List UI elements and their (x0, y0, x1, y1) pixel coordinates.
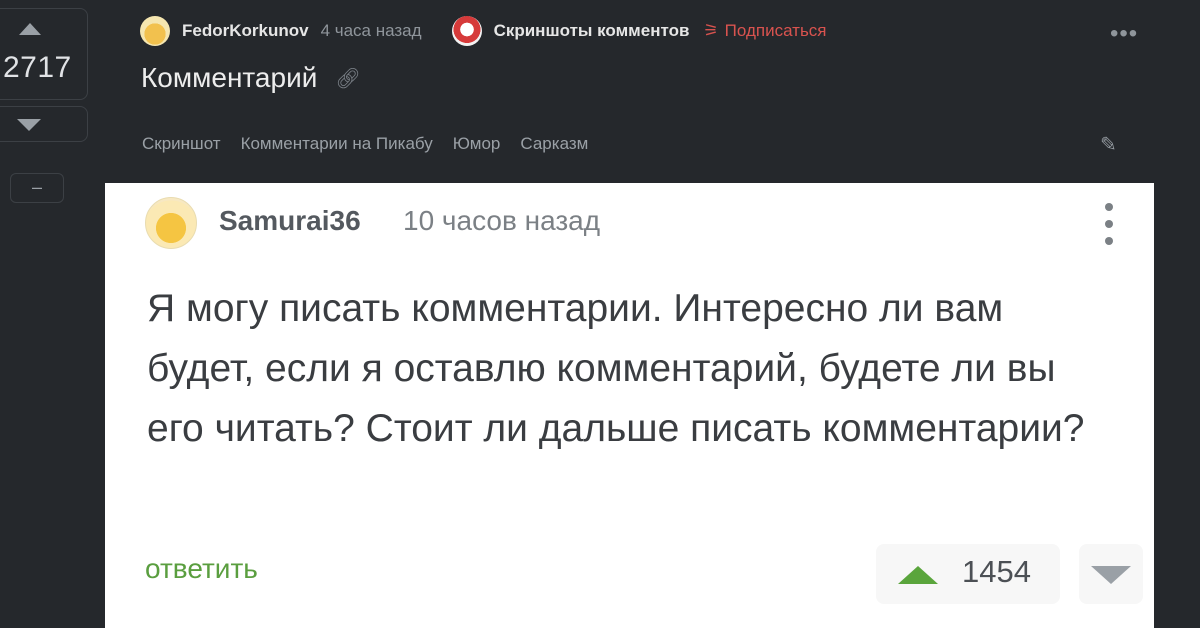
comment-text: Я могу писать комментарии. Интересно ли … (147, 287, 1085, 450)
link-icon[interactable]: 🔗︎ (335, 66, 360, 91)
subscribe-button[interactable]: ⚞ Подписаться (703, 21, 826, 41)
comment-upvote: 1454 (876, 544, 1060, 604)
tag[interactable]: Скриншот (142, 134, 221, 154)
post-rating: 2717 (3, 51, 72, 84)
post-title-row: Комментарий 🔗︎ (141, 62, 361, 94)
tag[interactable]: Сарказм (520, 134, 588, 154)
community-avatar[interactable] (451, 16, 482, 46)
more-dots-icon[interactable]: ••• (1110, 20, 1138, 48)
comment-author: Samurai36 (219, 205, 361, 236)
downvote-icon (17, 119, 41, 131)
upvote-icon[interactable] (19, 23, 41, 35)
collapse-button[interactable]: – (10, 173, 64, 203)
community-name[interactable]: Скриншоты комментов (494, 21, 690, 41)
rss-icon: ⚞ (703, 21, 719, 40)
comment-time: 10 часов назад (403, 205, 601, 236)
comment-more-icon (1105, 203, 1119, 254)
downvote-icon (1091, 566, 1131, 584)
post-header: FedorKorkunov 4 часа назад Скриншоты ком… (140, 14, 827, 48)
tag[interactable]: Комментарии на Пикабу (241, 134, 433, 154)
comment-screenshot: Samurai36 10 часов назад Я могу писать к… (105, 183, 1154, 628)
comment-author-avatar (145, 197, 197, 249)
pencil-icon[interactable]: ✎ (1100, 132, 1117, 157)
post-time: 4 часа назад (320, 21, 422, 40)
post-title[interactable]: Комментарий (141, 62, 317, 94)
post-vote-panel: 2717 (0, 8, 88, 100)
author-avatar[interactable] (140, 16, 170, 46)
comment-downvote (1079, 544, 1143, 604)
upvote-icon (898, 566, 938, 584)
post-downvote-button[interactable] (0, 106, 88, 142)
post-author[interactable]: FedorKorkunov (182, 21, 309, 41)
comment-rating: 1454 (962, 554, 1031, 589)
tag-list: Скриншот Комментарии на Пикабу Юмор Сарк… (142, 134, 608, 154)
tag[interactable]: Юмор (453, 134, 501, 154)
subscribe-label: Подписаться (724, 21, 827, 40)
reply-link: ответить (145, 553, 258, 584)
